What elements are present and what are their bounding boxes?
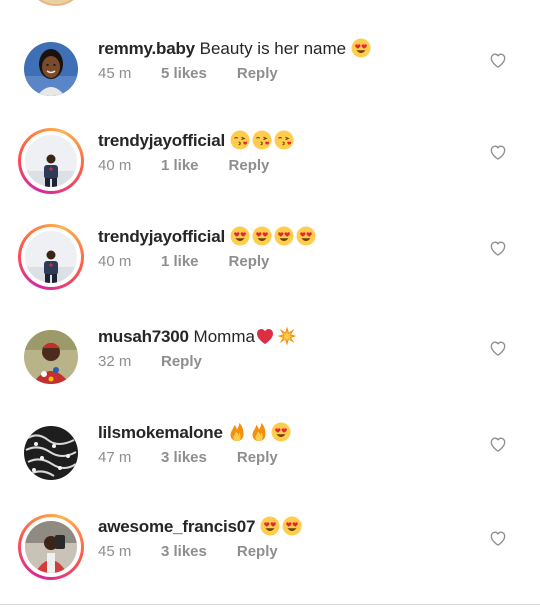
- comment-line: lilsmokemalone: [98, 420, 293, 446]
- previous-comment-avatar[interactable]: [27, 0, 85, 6]
- reply-button[interactable]: Reply: [161, 352, 202, 372]
- avatar-image: [25, 521, 77, 573]
- heart-outline-icon[interactable]: [488, 142, 508, 162]
- comment-likes[interactable]: 3 likes: [161, 448, 207, 468]
- reply-button[interactable]: Reply: [229, 252, 270, 272]
- comment-meta: 45 m 5 likes Reply: [98, 64, 278, 84]
- heart-eyes-emoji-icon: [271, 422, 291, 442]
- heart-eyes-emoji-icon: [260, 516, 280, 536]
- divider: [0, 604, 540, 605]
- comment-text: Momma: [193, 327, 255, 346]
- avatar[interactable]: [18, 420, 84, 486]
- comment-meta: 40 m 1 like Reply: [98, 252, 269, 272]
- avatar[interactable]: [18, 128, 84, 194]
- avatar[interactable]: [18, 324, 84, 390]
- comment-meta: 45 m 3 likes Reply: [98, 542, 278, 562]
- heart-eyes-emoji-icon: [282, 516, 302, 536]
- heart-outline-icon[interactable]: [488, 434, 508, 454]
- comment-item: trendyjayofficial 40 m 1 like Reply: [0, 224, 540, 320]
- comment-time: 45 m: [98, 65, 132, 82]
- comment-item: awesome_francis07 45 m 3 likes Reply: [0, 514, 540, 610]
- kissing-heart-emoji-icon: [230, 130, 250, 150]
- comment-time: 45 m: [98, 543, 132, 560]
- comment-time: 40 m: [98, 157, 132, 174]
- heart-eyes-emoji-icon: [351, 38, 371, 58]
- fire-emoji-icon: [227, 422, 247, 442]
- comment-likes[interactable]: 1 like: [161, 252, 199, 272]
- comment-item: remmy.baby Beauty is her name 45 m 5 like…: [0, 36, 540, 132]
- collision-emoji-icon: [277, 326, 297, 346]
- comment-line: musah7300 Momma: [98, 324, 299, 350]
- red-heart-emoji-icon: [255, 326, 275, 346]
- avatar-image: [25, 231, 77, 283]
- reply-button[interactable]: Reply: [237, 448, 278, 468]
- comment-meta: 47 m 3 likes Reply: [98, 448, 278, 468]
- heart-outline-icon[interactable]: [488, 50, 508, 70]
- comment-item: trendyjayofficial 40 m 1 like Reply: [0, 128, 540, 224]
- comment-likes[interactable]: 3 likes: [161, 542, 207, 562]
- reply-button[interactable]: Reply: [237, 64, 278, 84]
- comment-line: awesome_francis07: [98, 514, 304, 540]
- comment-time: 32 m: [98, 353, 132, 370]
- comment-item: musah7300 Momma 32 m Reply: [0, 324, 540, 420]
- comment-item: lilsmokemalone 47 m 3 likes Reply: [0, 420, 540, 516]
- heart-eyes-emoji-icon: [296, 226, 316, 246]
- heart-eyes-emoji-icon: [230, 226, 250, 246]
- avatar-image: [24, 426, 78, 480]
- avatar[interactable]: [18, 224, 84, 290]
- heart-eyes-emoji-icon: [252, 226, 272, 246]
- comment-time: 40 m: [98, 253, 132, 270]
- comment-username[interactable]: awesome_francis07: [98, 517, 255, 536]
- comment-username[interactable]: trendyjayofficial: [98, 227, 225, 246]
- comment-likes[interactable]: 1 like: [161, 156, 199, 176]
- kissing-heart-emoji-icon: [252, 130, 272, 150]
- heart-outline-icon[interactable]: [488, 338, 508, 358]
- avatar[interactable]: [18, 514, 84, 580]
- avatar[interactable]: [18, 36, 84, 102]
- comment-time: 47 m: [98, 449, 132, 466]
- comment-line: remmy.baby Beauty is her name: [98, 36, 373, 62]
- comment-username[interactable]: trendyjayofficial: [98, 131, 225, 150]
- comment-username[interactable]: remmy.baby: [98, 39, 195, 58]
- avatar-image: [24, 330, 78, 384]
- comment-line: trendyjayofficial: [98, 128, 296, 154]
- comment-text: Beauty is her name: [199, 39, 347, 58]
- comment-username[interactable]: lilsmokemalone: [98, 423, 223, 442]
- fire-emoji-icon: [249, 422, 269, 442]
- comment-username[interactable]: musah7300: [98, 327, 189, 346]
- heart-eyes-emoji-icon: [274, 226, 294, 246]
- heart-outline-icon[interactable]: [488, 528, 508, 548]
- comment-meta: 40 m 1 like Reply: [98, 156, 269, 176]
- avatar-image: [24, 42, 78, 96]
- heart-outline-icon[interactable]: [488, 238, 508, 258]
- reply-button[interactable]: Reply: [237, 542, 278, 562]
- reply-button[interactable]: Reply: [229, 156, 270, 176]
- comment-meta: 32 m Reply: [98, 352, 202, 372]
- avatar-image: [25, 135, 77, 187]
- comment-likes[interactable]: 5 likes: [161, 64, 207, 84]
- kissing-heart-emoji-icon: [274, 130, 294, 150]
- comment-line: trendyjayofficial: [98, 224, 318, 250]
